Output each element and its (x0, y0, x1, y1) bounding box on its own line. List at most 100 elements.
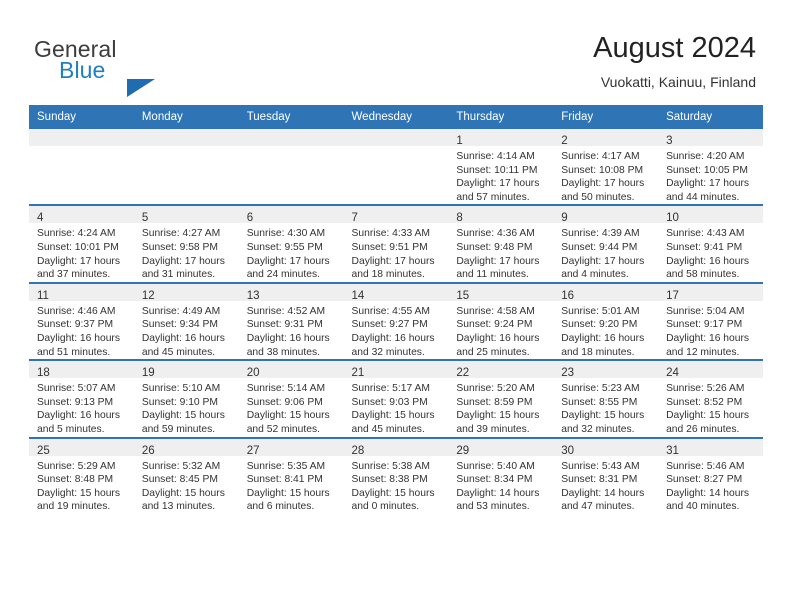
calendar-day-cell[interactable]: 10 Sunrise: 4:43 AM Sunset: 9:41 PM Dayligh… (658, 204, 763, 283)
daylight-text: Daylight: 17 hours (666, 178, 750, 190)
calendar-day-cell[interactable]: 17 Sunrise: 5:04 AM Sunset: 9:17 PM Dayligh… (658, 281, 763, 361)
calendar-day-cell[interactable]: 23 Sunrise: 5:23 AM Sunset: 8:55 PM Dayligh… (553, 359, 659, 438)
day-number: 7 (351, 212, 358, 225)
day-detail-list: Sunrise: 4:14 AM Sunset: 10:11 PM Daylight… (448, 146, 553, 204)
weekday-header-sunday: Sunday (29, 105, 134, 129)
day-number: 6 (246, 212, 254, 225)
page-subtitle: Vuokatti, Kainuu, Finland (600, 74, 756, 90)
day-number-band: 11 (29, 283, 134, 302)
calendar-day-cell[interactable]: 25 Sunrise: 5:29 AM Sunset: 8:48 PM Dayligh… (29, 436, 134, 514)
calendar-day-cell[interactable]: 9 Sunrise: 4:39 AM Sunset: 9:44 PM Daylight… (553, 204, 659, 283)
calendar-day-cell[interactable]: 5 Sunrise: 4:27 AM Sunset: 9:58 PM Daylight… (133, 204, 239, 283)
day-number-band: 19 (133, 361, 239, 379)
day-detail-list: Sunrise: 4:43 AM Sunset: 9:41 PM Daylight:… (658, 223, 763, 281)
day-detail-list: Sunrise: 5:17 AM Sunset: 9:03 PM Daylight:… (344, 378, 449, 436)
day-number-band: 24 (658, 361, 763, 379)
calendar-page: General Blue August 2024 Vuokatti, Kainu… (0, 0, 792, 612)
day-number-band: 31 (658, 438, 763, 457)
daylight-text-cont: and 57 minutes. (456, 191, 530, 203)
calendar-day-cell[interactable]: 2 Sunrise: 4:17 AM Sunset: 10:08 PM Dayligh… (553, 129, 659, 206)
calendar-day-cell[interactable]: 3 Sunrise: 4:20 AM Sunset: 10:05 PM Dayligh… (658, 129, 763, 206)
calendar-day-cell[interactable]: 24 Sunrise: 5:26 AM Sunset: 8:52 PM Dayligh… (658, 359, 763, 438)
calendar-day-cell[interactable]: 19 Sunrise: 5:10 AM Sunset: 9:10 PM Dayligh… (133, 359, 239, 438)
calendar-day-cell[interactable]: 6 Sunrise: 4:30 AM Sunset: 9:55 PM Daylight… (238, 204, 344, 283)
day-number-band: 30 (553, 438, 659, 457)
daylight-text-cont: and 39 minutes. (456, 423, 530, 435)
daylight-text: Daylight: 16 hours (246, 332, 330, 344)
calendar-day-cell[interactable]: 15 Sunrise: 4:58 AM Sunset: 9:24 PM Dayligh… (448, 281, 554, 361)
calendar-day-cell[interactable]: 18 Sunrise: 5:07 AM Sunset: 9:13 PM Dayligh… (29, 359, 134, 438)
calendar-day-cell[interactable]: 4 Sunrise: 4:24 AM Sunset: 10:01 PM Dayligh… (29, 204, 134, 283)
day-number: 17 (666, 289, 679, 302)
sunset-text: Sunset: 10:11 PM (456, 164, 538, 176)
calendar-day-cell[interactable]: 22 Sunrise: 5:20 AM Sunset: 8:59 PM Dayligh… (448, 359, 554, 438)
daylight-text-cont: and 58 minutes. (666, 269, 740, 281)
sunrise-text: Sunrise: 5:26 AM (666, 383, 745, 395)
daylight-text: Daylight: 17 hours (456, 178, 540, 190)
calendar-header-row: Sunday Monday Tuesday Wednesday Thursday Frid… (29, 105, 763, 129)
day-number: 13 (246, 289, 260, 302)
day-number: 9 (561, 212, 568, 225)
page-header: General Blue August 2024 Vuokatti, Kainu… (0, 0, 792, 100)
sunrise-text: Sunrise: 5:40 AM (456, 460, 535, 472)
sunset-text: Sunset: 9:34 PM (141, 319, 218, 331)
sunrise-text: Sunrise: 4:49 AM (141, 305, 221, 317)
day-number-band: 6 (238, 206, 344, 225)
day-number: 11 (37, 289, 49, 302)
daylight-text-cont: and 59 minutes. (141, 423, 216, 435)
calendar-day-cell[interactable]: 29 Sunrise: 5:40 AM Sunset: 8:34 PM Dayligh… (448, 436, 554, 514)
day-detail-list: Sunrise: 5:10 AM Sunset: 9:10 PM Daylight:… (134, 378, 239, 436)
day-number-band: 26 (133, 438, 239, 457)
sunrise-text: Sunrise: 4:24 AM (37, 228, 116, 240)
day-number: 21 (351, 367, 365, 380)
calendar-day-cell[interactable]: 21 Sunrise: 5:17 AM Sunset: 9:03 PM Dayligh… (343, 359, 449, 438)
calendar-week-row: 18 Sunrise: 5:07 AM Sunset: 9:13 PM Dayligh… (29, 359, 763, 438)
calendar-day-cell[interactable]: 13 Sunrise: 4:52 AM Sunset: 9:31 PM Dayligh… (238, 281, 344, 361)
sunrise-text: Sunrise: 4:52 AM (246, 305, 326, 317)
sunrise-text: Sunrise: 4:58 AM (456, 305, 535, 317)
day-detail-list: Sunrise: 5:40 AM Sunset: 8:34 PM Daylight:… (448, 456, 553, 514)
daylight-text: Daylight: 17 hours (351, 255, 435, 267)
day-number: 15 (456, 289, 470, 302)
calendar-week-row: 11 Sunrise: 4:46 AM Sunset: 9:37 PM Dayligh… (29, 281, 763, 361)
daylight-text: Daylight: 15 hours (37, 487, 120, 499)
daylight-text: Daylight: 15 hours (141, 487, 225, 499)
weekday-header-row: Sunday Monday Tuesday Wednesday Thursday Frid… (29, 105, 763, 129)
daylight-text-cont: and 25 minutes. (456, 346, 530, 358)
daylight-text-cont: and 50 minutes. (561, 191, 635, 203)
calendar-day-cell-empty (133, 129, 239, 206)
sunrise-text: Sunrise: 5:35 AM (246, 460, 326, 472)
sunset-text: Sunset: 8:48 PM (37, 474, 114, 486)
calendar-day-cell[interactable]: 31 Sunrise: 5:46 AM Sunset: 8:27 PM Dayligh… (658, 436, 763, 514)
calendar-day-cell[interactable]: 20 Sunrise: 5:14 AM Sunset: 9:06 PM Dayligh… (238, 359, 344, 438)
calendar-day-cell[interactable]: 7 Sunrise: 4:33 AM Sunset: 9:51 PM Daylight… (343, 204, 449, 283)
calendar-day-cell[interactable]: 1 Sunrise: 4:14 AM Sunset: 10:11 PM Dayligh… (448, 129, 554, 206)
day-number-band: 17 (658, 283, 763, 302)
sunrise-text: Sunrise: 4:14 AM (456, 151, 535, 162)
day-detail-list: Sunrise: 4:46 AM Sunset: 9:37 PM Daylight:… (29, 301, 134, 359)
calendar-day-cell[interactable]: 26 Sunrise: 5:32 AM Sunset: 8:45 PM Dayligh… (133, 436, 239, 514)
day-number-band: 10 (658, 206, 763, 224)
calendar-day-cell[interactable]: 8 Sunrise: 4:36 AM Sunset: 9:48 PM Daylight… (448, 204, 554, 283)
day-detail-list: Sunrise: 4:52 AM Sunset: 9:31 PM Daylight:… (239, 301, 344, 359)
weekday-header-thursday: Thursday (448, 105, 554, 129)
calendar-day-cell[interactable]: 11 Sunrise: 4:46 AM Sunset: 9:37 PM Dayligh… (29, 281, 134, 361)
calendar-day-cell-empty (238, 129, 344, 206)
sunrise-text: Sunrise: 5:10 AM (141, 383, 221, 395)
day-detail-list: Sunrise: 4:36 AM Sunset: 9:48 PM Daylight:… (448, 223, 553, 281)
day-number: 3 (666, 135, 673, 147)
calendar-day-cell[interactable]: 27 Sunrise: 5:35 AM Sunset: 8:41 PM Dayligh… (238, 436, 344, 514)
sunrise-text: Sunrise: 5:04 AM (666, 305, 745, 317)
daylight-text: Daylight: 14 hours (456, 487, 540, 499)
sunrise-text: Sunrise: 4:43 AM (666, 228, 745, 240)
calendar-day-cell[interactable]: 16 Sunrise: 5:01 AM Sunset: 9:20 PM Dayligh… (553, 281, 659, 361)
calendar-day-cell[interactable]: 30 Sunrise: 5:43 AM Sunset: 8:31 PM Dayligh… (553, 436, 659, 514)
daylight-text: Daylight: 16 hours (351, 332, 435, 344)
calendar-day-cell[interactable]: 12 Sunrise: 4:49 AM Sunset: 9:34 PM Dayligh… (133, 281, 239, 361)
day-number: 8 (456, 212, 463, 225)
day-number: 20 (246, 367, 260, 380)
brand-logo[interactable]: General Blue (34, 36, 264, 97)
calendar-day-cell[interactable]: 28 Sunrise: 5:38 AM Sunset: 8:38 PM Dayligh… (343, 436, 449, 514)
day-detail-list: Sunrise: 4:20 AM Sunset: 10:05 PM Daylight… (658, 146, 763, 204)
calendar-day-cell[interactable]: 14 Sunrise: 4:55 AM Sunset: 9:27 PM Dayligh… (343, 281, 449, 361)
